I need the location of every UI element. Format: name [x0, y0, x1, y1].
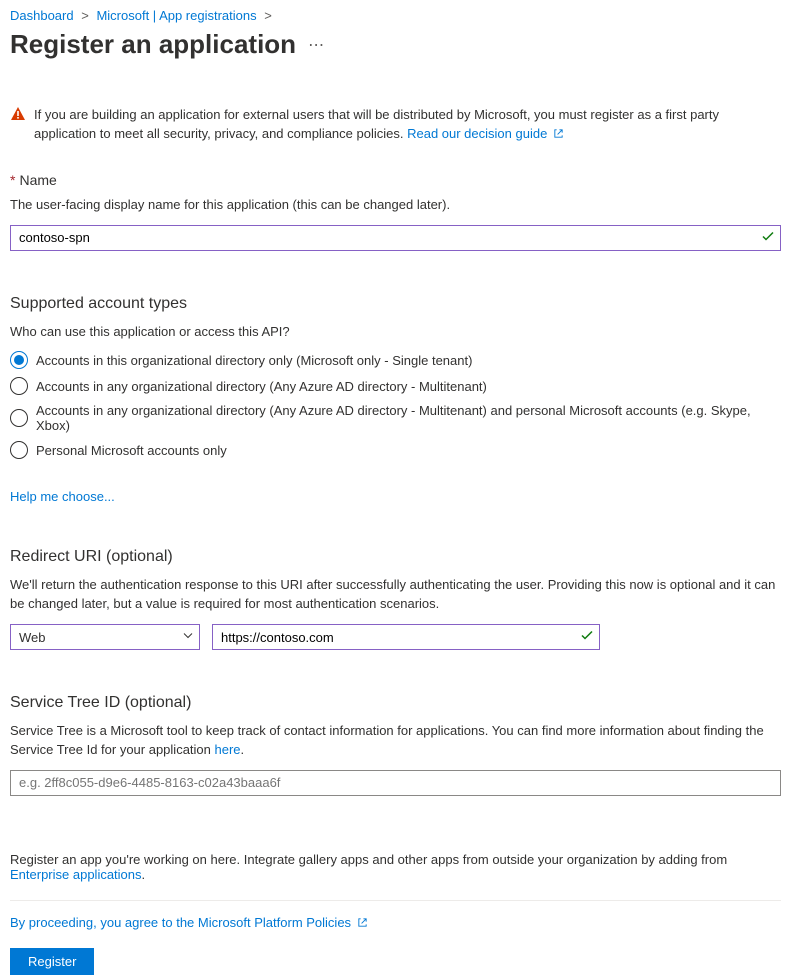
footer-note: Register an app you're working on here. …	[10, 852, 781, 882]
redirect-uri-helper: We'll return the authentication response…	[10, 576, 781, 614]
name-input[interactable]	[10, 225, 781, 251]
radio-icon	[10, 409, 28, 427]
more-icon[interactable]: ⋯	[308, 35, 325, 55]
radio-icon	[10, 351, 28, 369]
radio-label: Accounts in any organizational directory…	[36, 379, 487, 394]
decision-guide-link[interactable]: Read our decision guide	[407, 126, 564, 141]
warning-text: If you are building an application for e…	[34, 107, 719, 141]
warning-alert: If you are building an application for e…	[10, 106, 781, 144]
radio-personal-only[interactable]: Personal Microsoft accounts only	[10, 441, 781, 459]
radio-icon	[10, 377, 28, 395]
redirect-uri-heading: Redirect URI (optional)	[10, 548, 781, 566]
external-link-icon	[355, 915, 368, 930]
platform-select[interactable]: Web	[10, 624, 200, 650]
breadcrumb-app-registrations[interactable]: Microsoft | App registrations	[96, 8, 256, 23]
required-indicator: *	[10, 172, 15, 188]
breadcrumb-dashboard[interactable]: Dashboard	[10, 8, 74, 23]
page-title: Register an application	[10, 29, 296, 60]
account-types-radio-group: Accounts in this organizational director…	[10, 351, 781, 459]
radio-multitenant[interactable]: Accounts in any organizational directory…	[10, 377, 781, 395]
check-icon	[580, 629, 594, 646]
breadcrumb: Dashboard > Microsoft | App registration…	[10, 8, 781, 23]
radio-icon	[10, 441, 28, 459]
name-helper: The user-facing display name for this ap…	[10, 196, 781, 215]
account-types-heading: Supported account types	[10, 295, 781, 313]
service-tree-input[interactable]	[10, 770, 781, 796]
chevron-right-icon: >	[264, 8, 272, 23]
redirect-uri-input[interactable]	[212, 624, 600, 650]
divider	[10, 900, 781, 901]
service-tree-helper: Service Tree is a Microsoft tool to keep…	[10, 722, 781, 760]
external-link-icon	[551, 126, 564, 141]
enterprise-applications-link[interactable]: Enterprise applications	[10, 867, 142, 882]
service-tree-heading: Service Tree ID (optional)	[10, 694, 781, 712]
check-icon	[761, 229, 775, 246]
radio-single-tenant[interactable]: Accounts in this organizational director…	[10, 351, 781, 369]
help-me-choose-link[interactable]: Help me choose...	[10, 489, 115, 504]
radio-label: Accounts in any organizational directory…	[36, 403, 781, 433]
name-label: *Name	[10, 172, 781, 188]
platform-policies-link[interactable]: By proceeding, you agree to the Microsof…	[10, 915, 368, 930]
warning-icon	[10, 106, 26, 125]
radio-label: Accounts in this organizational director…	[36, 353, 472, 368]
register-button[interactable]: Register	[10, 948, 94, 975]
account-types-helper: Who can use this application or access t…	[10, 323, 781, 342]
radio-multitenant-personal[interactable]: Accounts in any organizational directory…	[10, 403, 781, 433]
chevron-right-icon: >	[81, 8, 89, 23]
radio-label: Personal Microsoft accounts only	[36, 443, 227, 458]
service-tree-here-link[interactable]: here	[215, 742, 241, 757]
